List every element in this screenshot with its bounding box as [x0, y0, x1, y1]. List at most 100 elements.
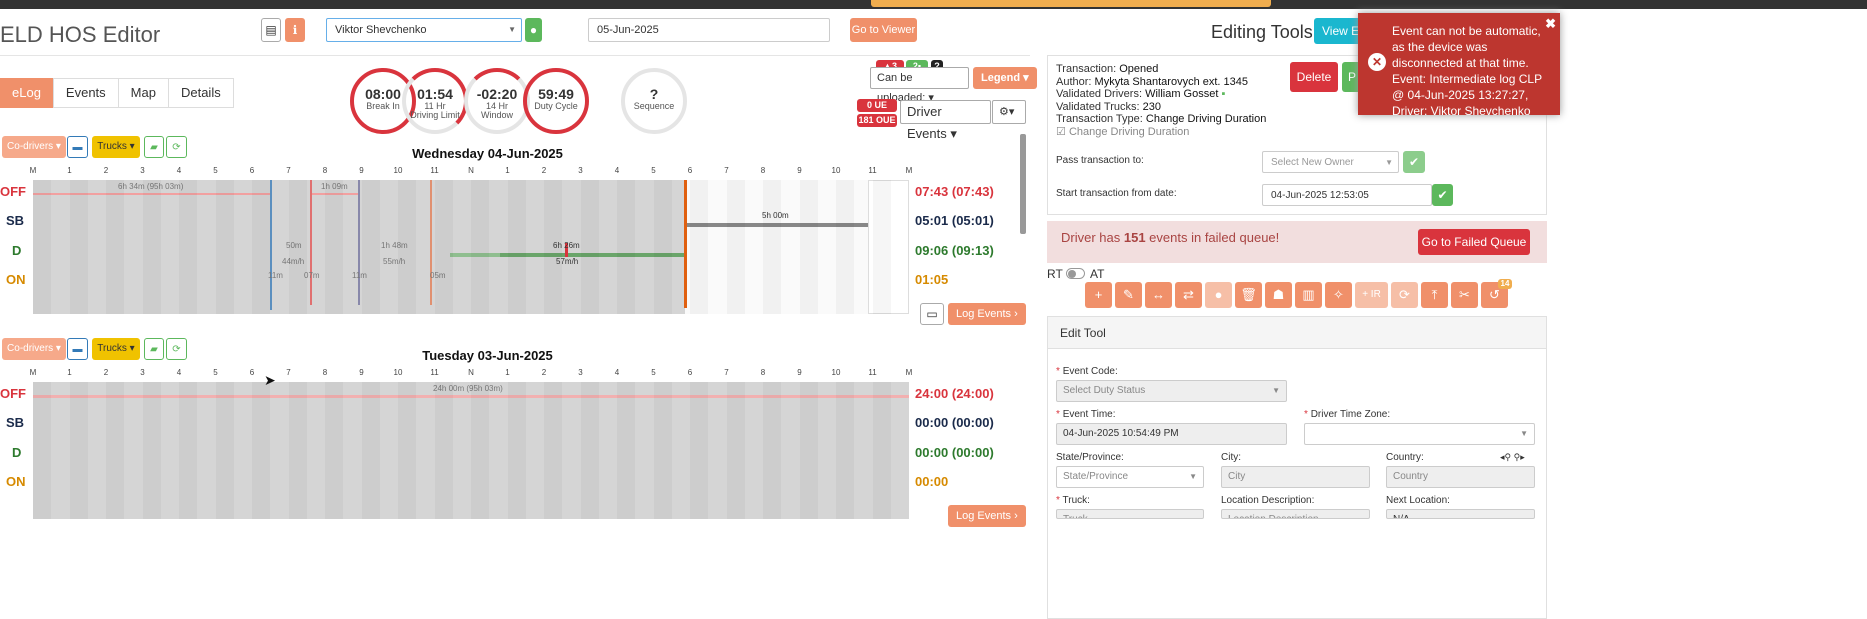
hour-tick-label: 7: [724, 368, 729, 377]
driver-select[interactable]: Viktor Shevchenko ▼: [326, 18, 522, 42]
state-select[interactable]: State/Province ▼: [1056, 466, 1204, 488]
location-description-label: Location Description:: [1221, 495, 1315, 506]
go-to-viewer-button[interactable]: Go to Viewer: [850, 18, 917, 42]
info-button[interactable]: ℹ: [285, 18, 305, 42]
city-label: City:: [1221, 452, 1241, 463]
hour-band: [727, 180, 745, 314]
status-d-label: D: [12, 243, 22, 258]
gauge-driving-limit: 01:54 11 Hr Driving Limit: [402, 68, 468, 134]
location-description-input[interactable]: Location Description: [1221, 509, 1370, 519]
event-marker[interactable]: [310, 180, 312, 305]
go-to-failed-queue-button[interactable]: Go to Failed Queue: [1418, 229, 1530, 255]
hour-tick-label: 2: [103, 368, 109, 377]
hour-tick-label: 9: [797, 166, 802, 175]
rt-at-toggle[interactable]: [1066, 268, 1085, 279]
align-button[interactable]: ⤒: [1421, 282, 1448, 308]
add-event-button[interactable]: +: [1085, 282, 1112, 308]
edit-event-button[interactable]: ✎: [1115, 282, 1142, 308]
start-confirm-button[interactable]: ✔: [1432, 184, 1453, 206]
cut-button[interactable]: ✂: [1451, 282, 1478, 308]
align-top-icon: ⤒: [1431, 287, 1438, 302]
total-off: 24:00 (24:00): [915, 386, 994, 401]
hour-tick-label: 8: [760, 368, 766, 377]
status-sb-label: SB: [6, 415, 25, 430]
trash-button[interactable]: 🗑: [1235, 282, 1262, 308]
group-button[interactable]: ☗: [1265, 282, 1292, 308]
hour-tick-label: 6: [249, 166, 255, 175]
hour-tick-label: 6: [687, 166, 693, 175]
warning-banner[interactable]: [871, 0, 1271, 7]
log-events-button[interactable]: Log Events ›: [948, 505, 1026, 527]
sync-button[interactable]: ⟳: [1391, 282, 1418, 308]
next-location-input[interactable]: N/A: [1386, 509, 1535, 519]
delete-button[interactable]: Delete: [1290, 62, 1338, 92]
city-input[interactable]: City: [1221, 466, 1370, 488]
location-nav-icon[interactable]: ◂⚲ ⚲▸: [1500, 452, 1525, 463]
hour-tick-label: M: [29, 166, 37, 175]
swap-button[interactable]: ⇄: [1175, 282, 1202, 308]
failed-queue-text: Driver has 151 events in failed queue!: [1061, 230, 1280, 245]
event-marker[interactable]: [358, 180, 360, 305]
hour-band: [216, 382, 234, 519]
user-icon: ●: [529, 23, 538, 37]
chevron-down-icon: ▼: [1272, 386, 1280, 395]
tz-select[interactable]: ▼: [1304, 423, 1535, 445]
tab-elog[interactable]: eLog: [0, 78, 54, 108]
driver-button[interactable]: ●: [1205, 282, 1232, 308]
event-code-select[interactable]: Select Duty Status ▼: [1056, 380, 1287, 402]
hour-tick-label: 9: [359, 368, 364, 377]
current-event-marker[interactable]: [684, 180, 687, 308]
error-toast[interactable]: ✕ Event can not be automatic, as the dev…: [1358, 13, 1560, 118]
date-input[interactable]: 05-Jun-2025: [588, 18, 830, 42]
new-owner-select[interactable]: Select New Owner ▼: [1262, 151, 1399, 173]
columns-button[interactable]: ▥: [1295, 282, 1322, 308]
document-button[interactable]: ▤: [261, 18, 281, 42]
hour-tick-label: 3: [578, 166, 583, 175]
hour-band: [763, 382, 781, 519]
page-title: ELD HOS Editor: [0, 22, 161, 47]
view-button[interactable]: View E: [1314, 18, 1364, 44]
close-icon[interactable]: ✖: [1545, 16, 1556, 32]
log-events-button[interactable]: Log Events ›: [948, 303, 1026, 325]
stretch-button[interactable]: ↔: [1145, 282, 1172, 308]
tool-bar: + ✎ ↔ ⇄ ● 🗑 ☗ ▥ ✧ + IR ⟳ ⤒ ✂ ↺ 14: [1085, 279, 1512, 308]
tab-details[interactable]: Details: [167, 78, 234, 108]
day-title: Wednesday 04-Jun-2025: [412, 146, 563, 161]
legend-button[interactable]: Legend ▾: [973, 67, 1037, 89]
tab-map[interactable]: Map: [117, 78, 169, 108]
event-time-input[interactable]: 04-Jun-2025 10:54:49 PM: [1056, 423, 1287, 445]
settings-dropdown[interactable]: ⚙▾: [992, 100, 1026, 124]
add-ir-button[interactable]: + IR: [1355, 282, 1388, 308]
status-on-label: ON: [6, 474, 26, 489]
event-marker[interactable]: [270, 180, 272, 310]
top-bar: [0, 0, 1867, 9]
history-button[interactable]: ↺ 14: [1481, 279, 1512, 308]
driver-profile-button[interactable]: ●: [525, 18, 542, 42]
comment-button[interactable]: ▭: [920, 303, 944, 325]
document-icon: ▤: [265, 23, 277, 37]
pass-confirm-button[interactable]: ✔: [1403, 151, 1425, 173]
hour-band: [763, 180, 781, 314]
tab-events[interactable]: Events: [52, 78, 119, 108]
start-date-input[interactable]: 04-Jun-2025 12:53:05: [1262, 184, 1432, 206]
magic-button[interactable]: ✧: [1325, 282, 1352, 308]
editing-tools-title: Editing Tools: [1211, 22, 1313, 42]
country-input[interactable]: Country: [1386, 466, 1535, 488]
can-be-uploaded-dropdown[interactable]: Can be uploaded: ▾: [870, 67, 969, 104]
start-label: Start transaction from date:: [1056, 188, 1177, 199]
hour-band: [70, 180, 88, 314]
chevron-down-icon: ▼: [1385, 158, 1393, 167]
hour-tick-label: 11: [868, 166, 877, 175]
scrollbar[interactable]: [1020, 134, 1026, 234]
hour-tick-label: 2: [541, 368, 547, 377]
hour-tick-label: 8: [760, 166, 766, 175]
checkbox[interactable]: ☑: [1056, 126, 1066, 138]
hour-band: [106, 180, 124, 314]
truck-select[interactable]: Truck: [1056, 509, 1204, 519]
driver-events-dropdown[interactable]: Driver Events ▾: [900, 100, 991, 141]
event-marker[interactable]: [430, 180, 432, 305]
hour-tick-label: 10: [831, 166, 841, 175]
hour-tick-label: 7: [286, 166, 291, 175]
hour-band: [508, 382, 526, 519]
hour-band: [252, 382, 270, 519]
